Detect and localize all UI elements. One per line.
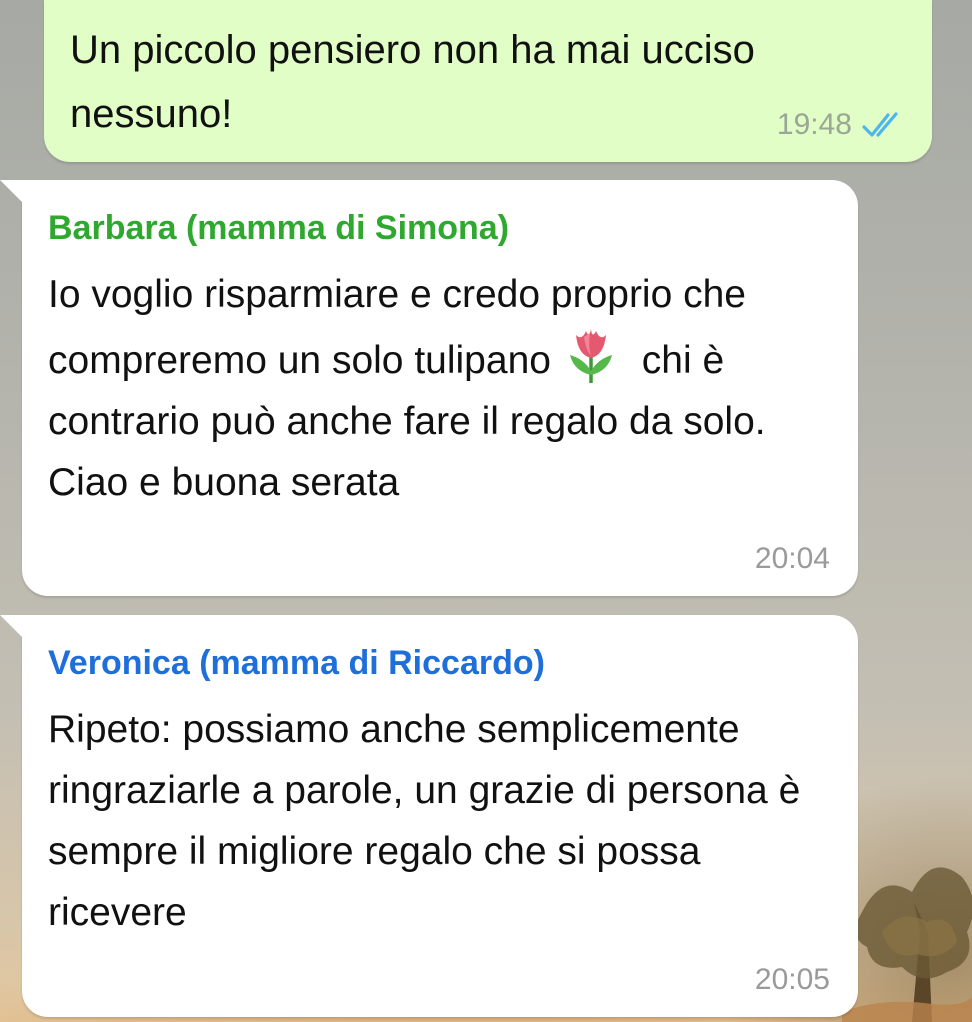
double-check-read-icon bbox=[862, 112, 898, 137]
tulip-emoji-icon bbox=[569, 329, 612, 383]
message-time: 20:05 bbox=[754, 963, 830, 996]
message-meta: 20:05 bbox=[755, 963, 830, 997]
message-meta: 19:48 bbox=[777, 108, 906, 142]
sender-name[interactable]: Barbara (mamma di Simona) bbox=[48, 202, 830, 254]
message-time: 19:48 bbox=[776, 108, 852, 141]
message-text: Io voglio risparmiare e credo proprio ch… bbox=[48, 264, 830, 513]
message-time: 20:04 bbox=[754, 542, 830, 575]
incoming-message-bubble[interactable]: Veronica (mamma di Riccardo) Ripeto: pos… bbox=[0, 615, 858, 1017]
message-meta: 20:04 bbox=[755, 542, 830, 576]
message-text: Ripeto: possiamo anche semplicemente rin… bbox=[48, 708, 801, 934]
outgoing-message-bubble[interactable]: Un piccolo pensiero non ha mai ucciso ne… bbox=[44, 0, 932, 162]
sender-name[interactable]: Veronica (mamma di Riccardo) bbox=[48, 637, 830, 689]
wallpaper-tree-image bbox=[842, 867, 972, 1022]
bubble-tail bbox=[0, 615, 24, 639]
bubble-tail bbox=[0, 180, 24, 204]
incoming-message-bubble[interactable]: Barbara (mamma di Simona) Io voglio risp… bbox=[0, 180, 858, 596]
